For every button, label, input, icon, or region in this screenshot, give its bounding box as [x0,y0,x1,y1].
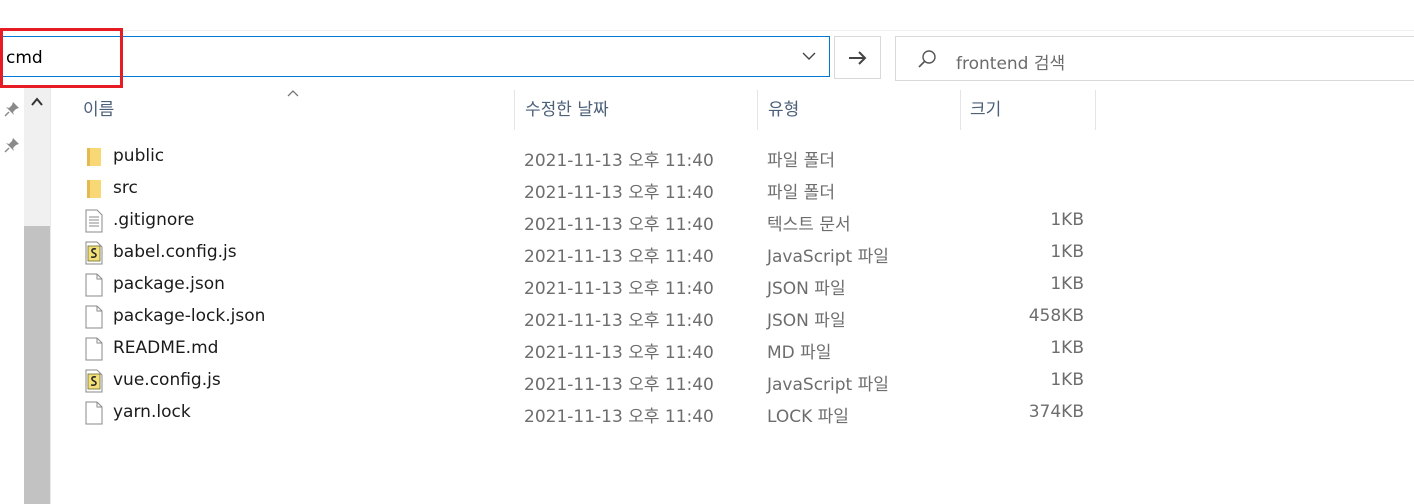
scrollbar-thumb[interactable] [24,226,50,504]
file-row[interactable]: .gitignore 2021-11-13 오후 11:40 텍스트 문서 1KB [78,205,1098,237]
file-size: 1KB [1050,370,1084,390]
column-header-size[interactable]: 크기 [970,96,1094,130]
file-date: 2021-11-13 오후 11:40 [524,183,714,203]
file-date: 2021-11-13 오후 11:40 [524,343,714,363]
file-row[interactable]: package-lock.json 2021-11-13 오후 11:40 JSON… [78,301,1098,333]
file-row[interactable]: public 2021-11-13 오후 11:40 파일 폴더 [78,141,1098,173]
column-divider[interactable] [1095,90,1096,130]
blank-file-icon [84,305,104,329]
file-date: 2021-11-13 오후 11:40 [524,247,714,267]
text-file-icon [84,209,104,233]
column-header-name-label: 이름 [83,100,115,120]
file-type: 파일 폴더 [767,183,835,203]
blank-file-icon [84,401,104,425]
column-header-name[interactable]: 이름 [83,96,513,130]
file-name[interactable]: package.json [113,274,225,294]
file-name[interactable]: babel.config.js [113,242,237,262]
column-header-type-label: 유형 [768,100,800,120]
file-name[interactable]: package-lock.json [113,306,265,326]
file-type: JavaScript 파일 [767,375,889,395]
column-header-size-label: 크기 [970,100,1002,120]
file-name[interactable]: vue.config.js [113,370,221,390]
file-date: 2021-11-13 오후 11:40 [524,311,714,331]
pin-icon[interactable] [3,136,21,154]
file-row[interactable]: src 2021-11-13 오후 11:40 파일 폴더 [78,173,1098,205]
column-header-type[interactable]: 유형 [768,96,958,130]
nav-scrollbar[interactable] [24,88,51,504]
file-name[interactable]: .gitignore [113,210,194,230]
file-size: 458KB [1028,306,1084,326]
column-header-date[interactable]: 수정한 날짜 [525,96,755,130]
file-row[interactable]: README.md 2021-11-13 오후 11:40 MD 파일 1KB [78,333,1098,365]
file-size: 1KB [1050,210,1084,230]
column-divider[interactable] [757,90,758,130]
script-file-icon [84,369,104,393]
file-row[interactable]: babel.config.js 2021-11-13 오후 11:40 JavaSc… [78,237,1098,269]
blank-file-icon [84,273,104,297]
column-header-date-label: 수정한 날짜 [525,100,609,120]
chevron-down-icon[interactable] [799,45,819,67]
file-size: 1KB [1050,242,1084,262]
folder-icon [84,145,104,169]
file-type: MD 파일 [767,343,832,363]
column-divider[interactable] [960,90,961,130]
script-file-icon [84,241,104,265]
file-date: 2021-11-13 오후 11:40 [524,407,714,427]
search-icon [918,50,936,68]
file-row[interactable]: vue.config.js 2021-11-13 오후 11:40 JavaScri… [78,365,1098,397]
file-type: 파일 폴더 [767,151,835,171]
file-name[interactable]: yarn.lock [113,402,191,422]
file-date: 2021-11-13 오후 11:40 [524,279,714,299]
quick-access-pins [0,88,24,504]
pin-icon[interactable] [3,100,21,118]
file-size: 1KB [1050,338,1084,358]
file-size: 374KB [1028,402,1084,422]
file-type: JSON 파일 [767,279,846,299]
scroll-up-icon[interactable] [30,96,44,108]
file-type: JSON 파일 [767,311,846,331]
file-row[interactable]: yarn.lock 2021-11-13 오후 11:40 LOCK 파일 374KB [78,397,1098,429]
title-strip [0,0,1414,31]
address-bar[interactable]: cmd [0,36,830,77]
address-bar-value[interactable]: cmd [6,48,43,68]
file-date: 2021-11-13 오후 11:40 [524,375,714,395]
file-type: LOCK 파일 [767,407,849,427]
file-date: 2021-11-13 오후 11:40 [524,151,714,171]
file-type: JavaScript 파일 [767,247,889,267]
search-placeholder[interactable]: frontend 검색 [956,49,1065,74]
file-size: 1KB [1050,274,1084,294]
search-box[interactable]: frontend 검색 [895,36,1414,81]
go-button[interactable] [834,36,881,79]
arrow-right-icon [849,51,867,65]
file-row[interactable]: package.json 2021-11-13 오후 11:40 JSON 파일 1K… [78,269,1098,301]
file-name[interactable]: src [113,178,138,198]
file-name[interactable]: README.md [113,338,218,358]
column-divider[interactable] [514,90,515,130]
blank-file-icon [84,337,104,361]
file-type: 텍스트 문서 [767,215,851,235]
file-date: 2021-11-13 오후 11:40 [524,215,714,235]
folder-icon [84,177,104,201]
file-name[interactable]: public [113,146,164,166]
